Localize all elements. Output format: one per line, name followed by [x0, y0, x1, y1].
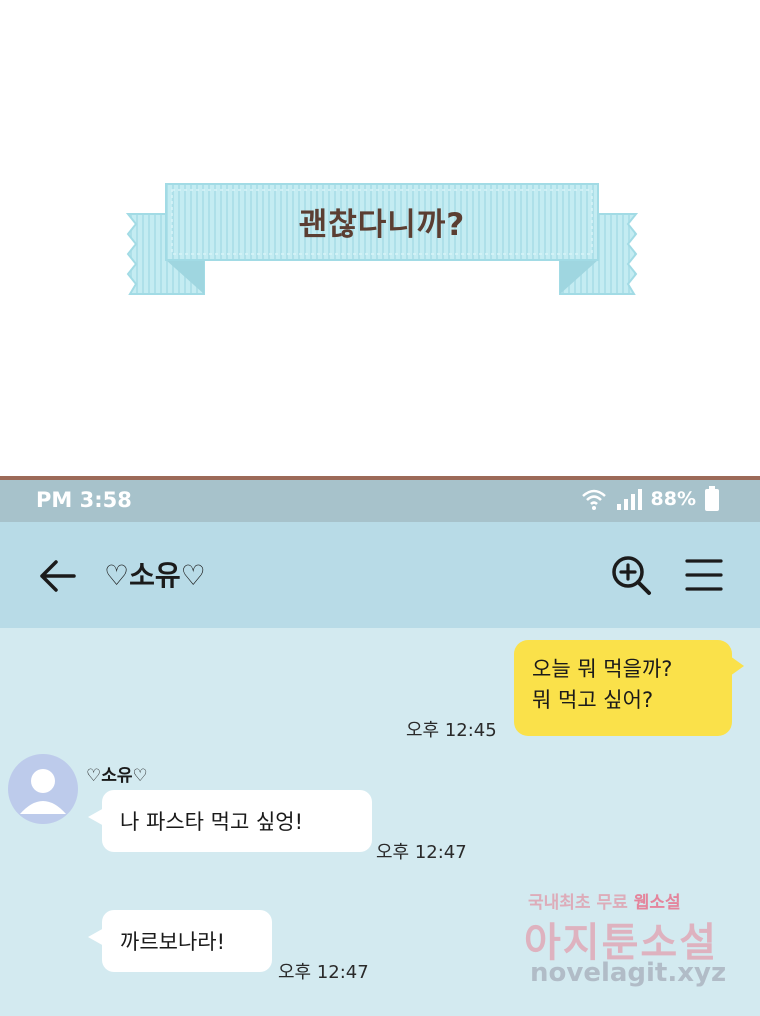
- comic-panel: 괜찮다니까?: [0, 0, 760, 478]
- message-time: 오후 12:47: [376, 842, 467, 863]
- message-line: 오늘 뭐 먹을까?: [532, 657, 673, 681]
- chat-title: ♡소유♡: [104, 559, 206, 592]
- message-time: 오후 12:45: [406, 720, 497, 741]
- phone-screen: PM 3:58 88% ♡소유♡ 오늘 뭐 먹을까? 뭐 먹고 싶어? 오후 1…: [0, 480, 760, 1016]
- back-arrow-icon[interactable]: [38, 558, 78, 594]
- message-time: 오후 12:47: [278, 962, 369, 983]
- menu-icon[interactable]: [684, 558, 724, 592]
- status-bar: PM 3:58 88%: [0, 480, 760, 522]
- bubble-tail: [730, 656, 744, 676]
- caption-ribbon: 괜찮다니까?: [124, 182, 640, 298]
- search-zoom-icon[interactable]: [610, 554, 652, 596]
- my-message-bubble[interactable]: 오늘 뭐 먹을까? 뭐 먹고 싶어?: [514, 640, 744, 736]
- avatar[interactable]: [8, 754, 78, 824]
- their-message-bubble[interactable]: 나 파스타 먹고 싶엉!: [88, 790, 372, 852]
- default-avatar-icon: [20, 769, 66, 814]
- message-line: 뭐 먹고 싶어?: [532, 688, 654, 712]
- battery-percent: 88%: [650, 488, 696, 510]
- status-time: PM 3:58: [36, 488, 132, 512]
- signal-icon: [616, 489, 642, 510]
- status-icons: 88%: [581, 486, 720, 512]
- caption-text: 괜찮다니까?: [298, 206, 466, 243]
- battery-icon: [705, 486, 719, 511]
- bubble-tail: [88, 808, 104, 826]
- message-text: 까르보나라!: [120, 930, 226, 954]
- bubble-tail: [88, 928, 104, 946]
- wifi-icon: [581, 489, 606, 510]
- their-message-bubble[interactable]: 까르보나라!: [88, 910, 272, 972]
- chat-header: ♡소유♡: [0, 522, 760, 628]
- message-text: 나 파스타 먹고 싶엉!: [120, 810, 304, 834]
- sender-name: ♡소유♡: [86, 766, 148, 786]
- chat-area: 오늘 뭐 먹을까? 뭐 먹고 싶어? 오후 12:45 ♡소유♡ 나 파스타 먹…: [0, 628, 760, 1016]
